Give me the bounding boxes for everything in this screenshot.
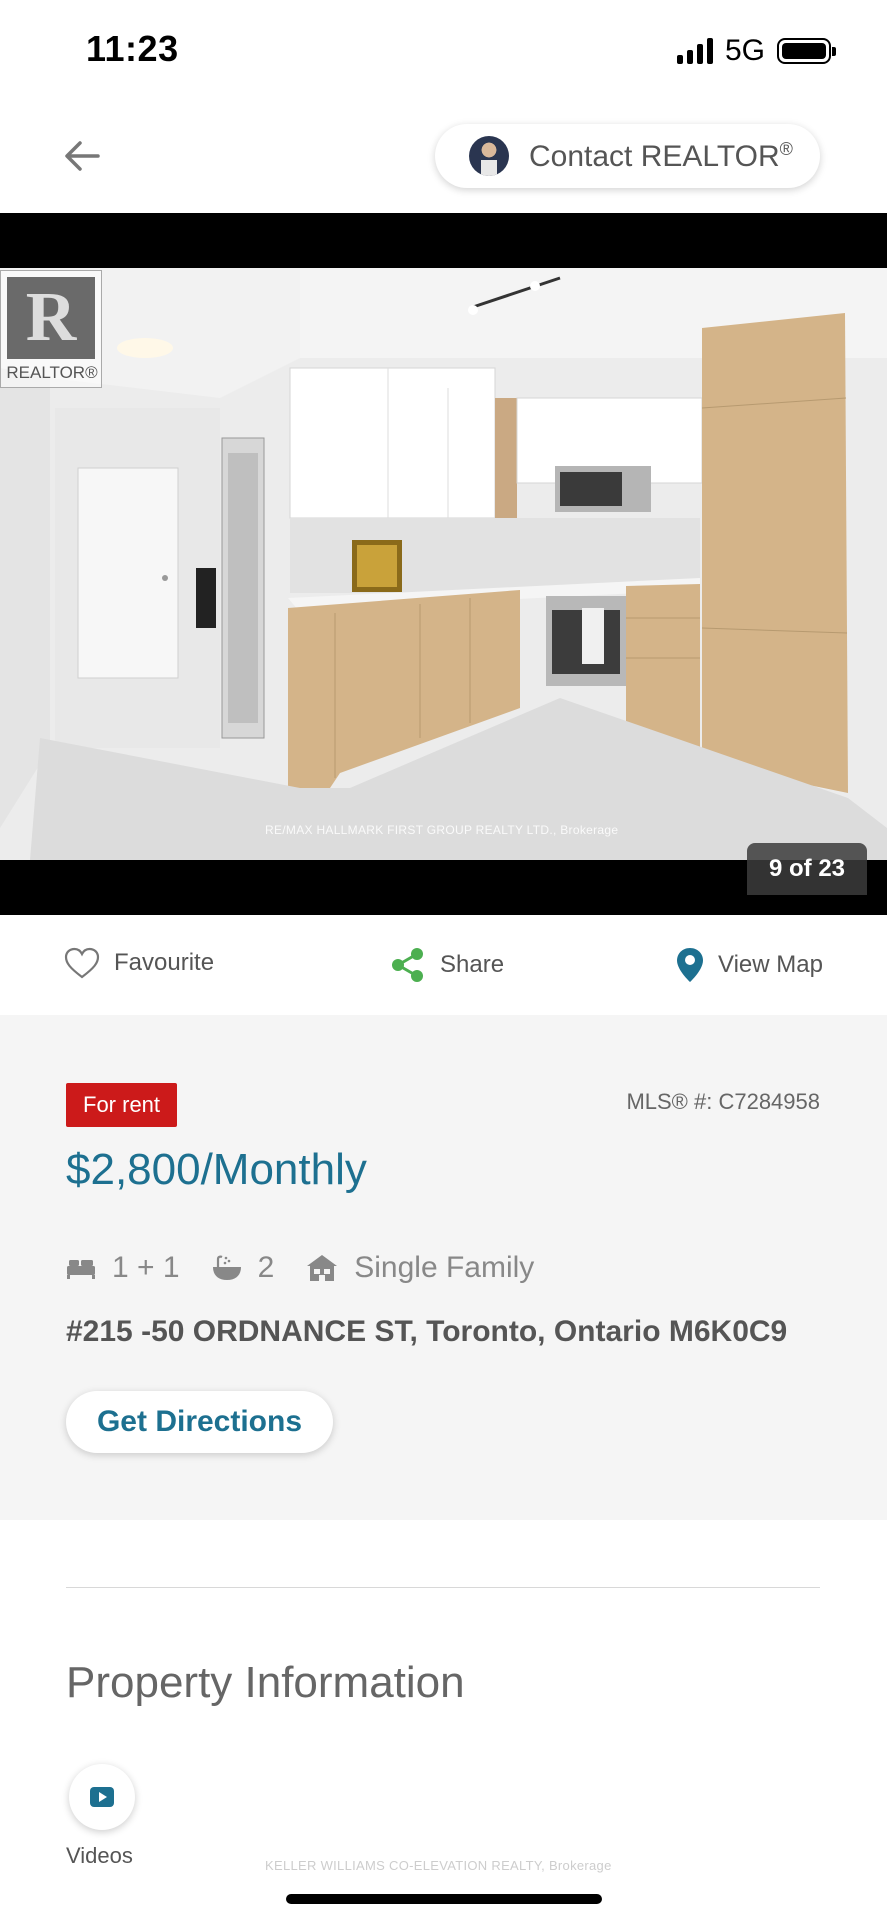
bathtub-icon: [212, 1255, 241, 1280]
listing-details: For rent MLS® #: C7284958 $2,800/Monthly…: [0, 1015, 887, 1520]
bed-icon: [67, 1260, 95, 1279]
contact-realtor-label: Contact REALTOR: [529, 139, 780, 173]
contact-realtor-button[interactable]: Contact REALTOR®: [435, 124, 820, 188]
heart-icon: [64, 947, 100, 979]
action-row: Favourite Share View Map: [0, 915, 887, 1015]
videos-label: Videos: [66, 1843, 133, 1868]
realtor-logo: R REALTOR®: [0, 270, 102, 388]
back-button[interactable]: [56, 130, 108, 182]
realtor-logo-text: REALTOR: [6, 363, 86, 382]
listing-features: 1 + 1 2 Single Family: [66, 1251, 566, 1285]
get-directions-button[interactable]: Get Directions: [66, 1391, 333, 1453]
videos-button[interactable]: [69, 1764, 135, 1830]
kitchen-photo: [0, 268, 887, 860]
battery-icon: [777, 38, 836, 64]
header: Contact REALTOR®: [0, 100, 887, 213]
listing-photo[interactable]: R REALTOR® RE/MAX HALLMARK FIRST GROUP R…: [0, 268, 887, 860]
photo-gallery[interactable]: R REALTOR® RE/MAX HALLMARK FIRST GROUP R…: [0, 213, 887, 915]
bathrooms-feature: 2: [212, 1251, 275, 1285]
avatar: [469, 136, 509, 176]
favourite-label: Favourite: [114, 949, 215, 976]
property-type-feature: Single Family: [306, 1251, 534, 1285]
favourite-button[interactable]: Favourite: [64, 947, 214, 979]
listing-price: $2,800/Monthly: [66, 1145, 367, 1194]
registered-mark: ®: [779, 138, 793, 159]
property-information-title: Property Information: [66, 1658, 465, 1707]
share-icon: [392, 948, 423, 982]
status-badge: For rent: [66, 1083, 178, 1127]
bedrooms-feature: 1 + 1: [66, 1251, 180, 1285]
photo-counter: 9 of 23: [747, 843, 867, 895]
status-indicators: 5G: [676, 34, 836, 68]
listing-address: #215 -50 ORDNANCE ST, Toronto, Ontario M…: [66, 1315, 788, 1348]
property-type-value: Single Family: [354, 1251, 535, 1284]
footer-watermark: KELLER WILLIAMS CO-ELEVATION REALTY, Bro…: [265, 1858, 612, 1873]
view-map-button[interactable]: View Map: [676, 947, 823, 983]
home-indicator[interactable]: [286, 1894, 602, 1904]
network-label: 5G: [724, 34, 765, 67]
share-label: Share: [440, 951, 505, 978]
house-icon: [307, 1255, 338, 1281]
bedrooms-value: 1 + 1: [112, 1251, 180, 1284]
photo-watermark: RE/MAX HALLMARK FIRST GROUP REALTY LTD.,…: [265, 823, 619, 837]
status-bar: 11:23 5G: [0, 0, 887, 100]
arrow-left-icon: [65, 141, 100, 171]
realtor-r-icon: R: [7, 277, 95, 359]
realtor-logo-mark: ®: [85, 363, 98, 382]
bathrooms-value: 2: [257, 1251, 275, 1284]
video-play-icon: [90, 1787, 114, 1807]
share-button[interactable]: Share: [390, 947, 504, 983]
status-time: 11:23: [86, 28, 179, 69]
divider: [66, 1587, 820, 1588]
map-pin-icon: [677, 948, 703, 982]
mls-number: MLS® #: C7284958: [626, 1089, 820, 1114]
view-map-label: View Map: [718, 951, 823, 978]
signal-icon: [676, 38, 713, 64]
